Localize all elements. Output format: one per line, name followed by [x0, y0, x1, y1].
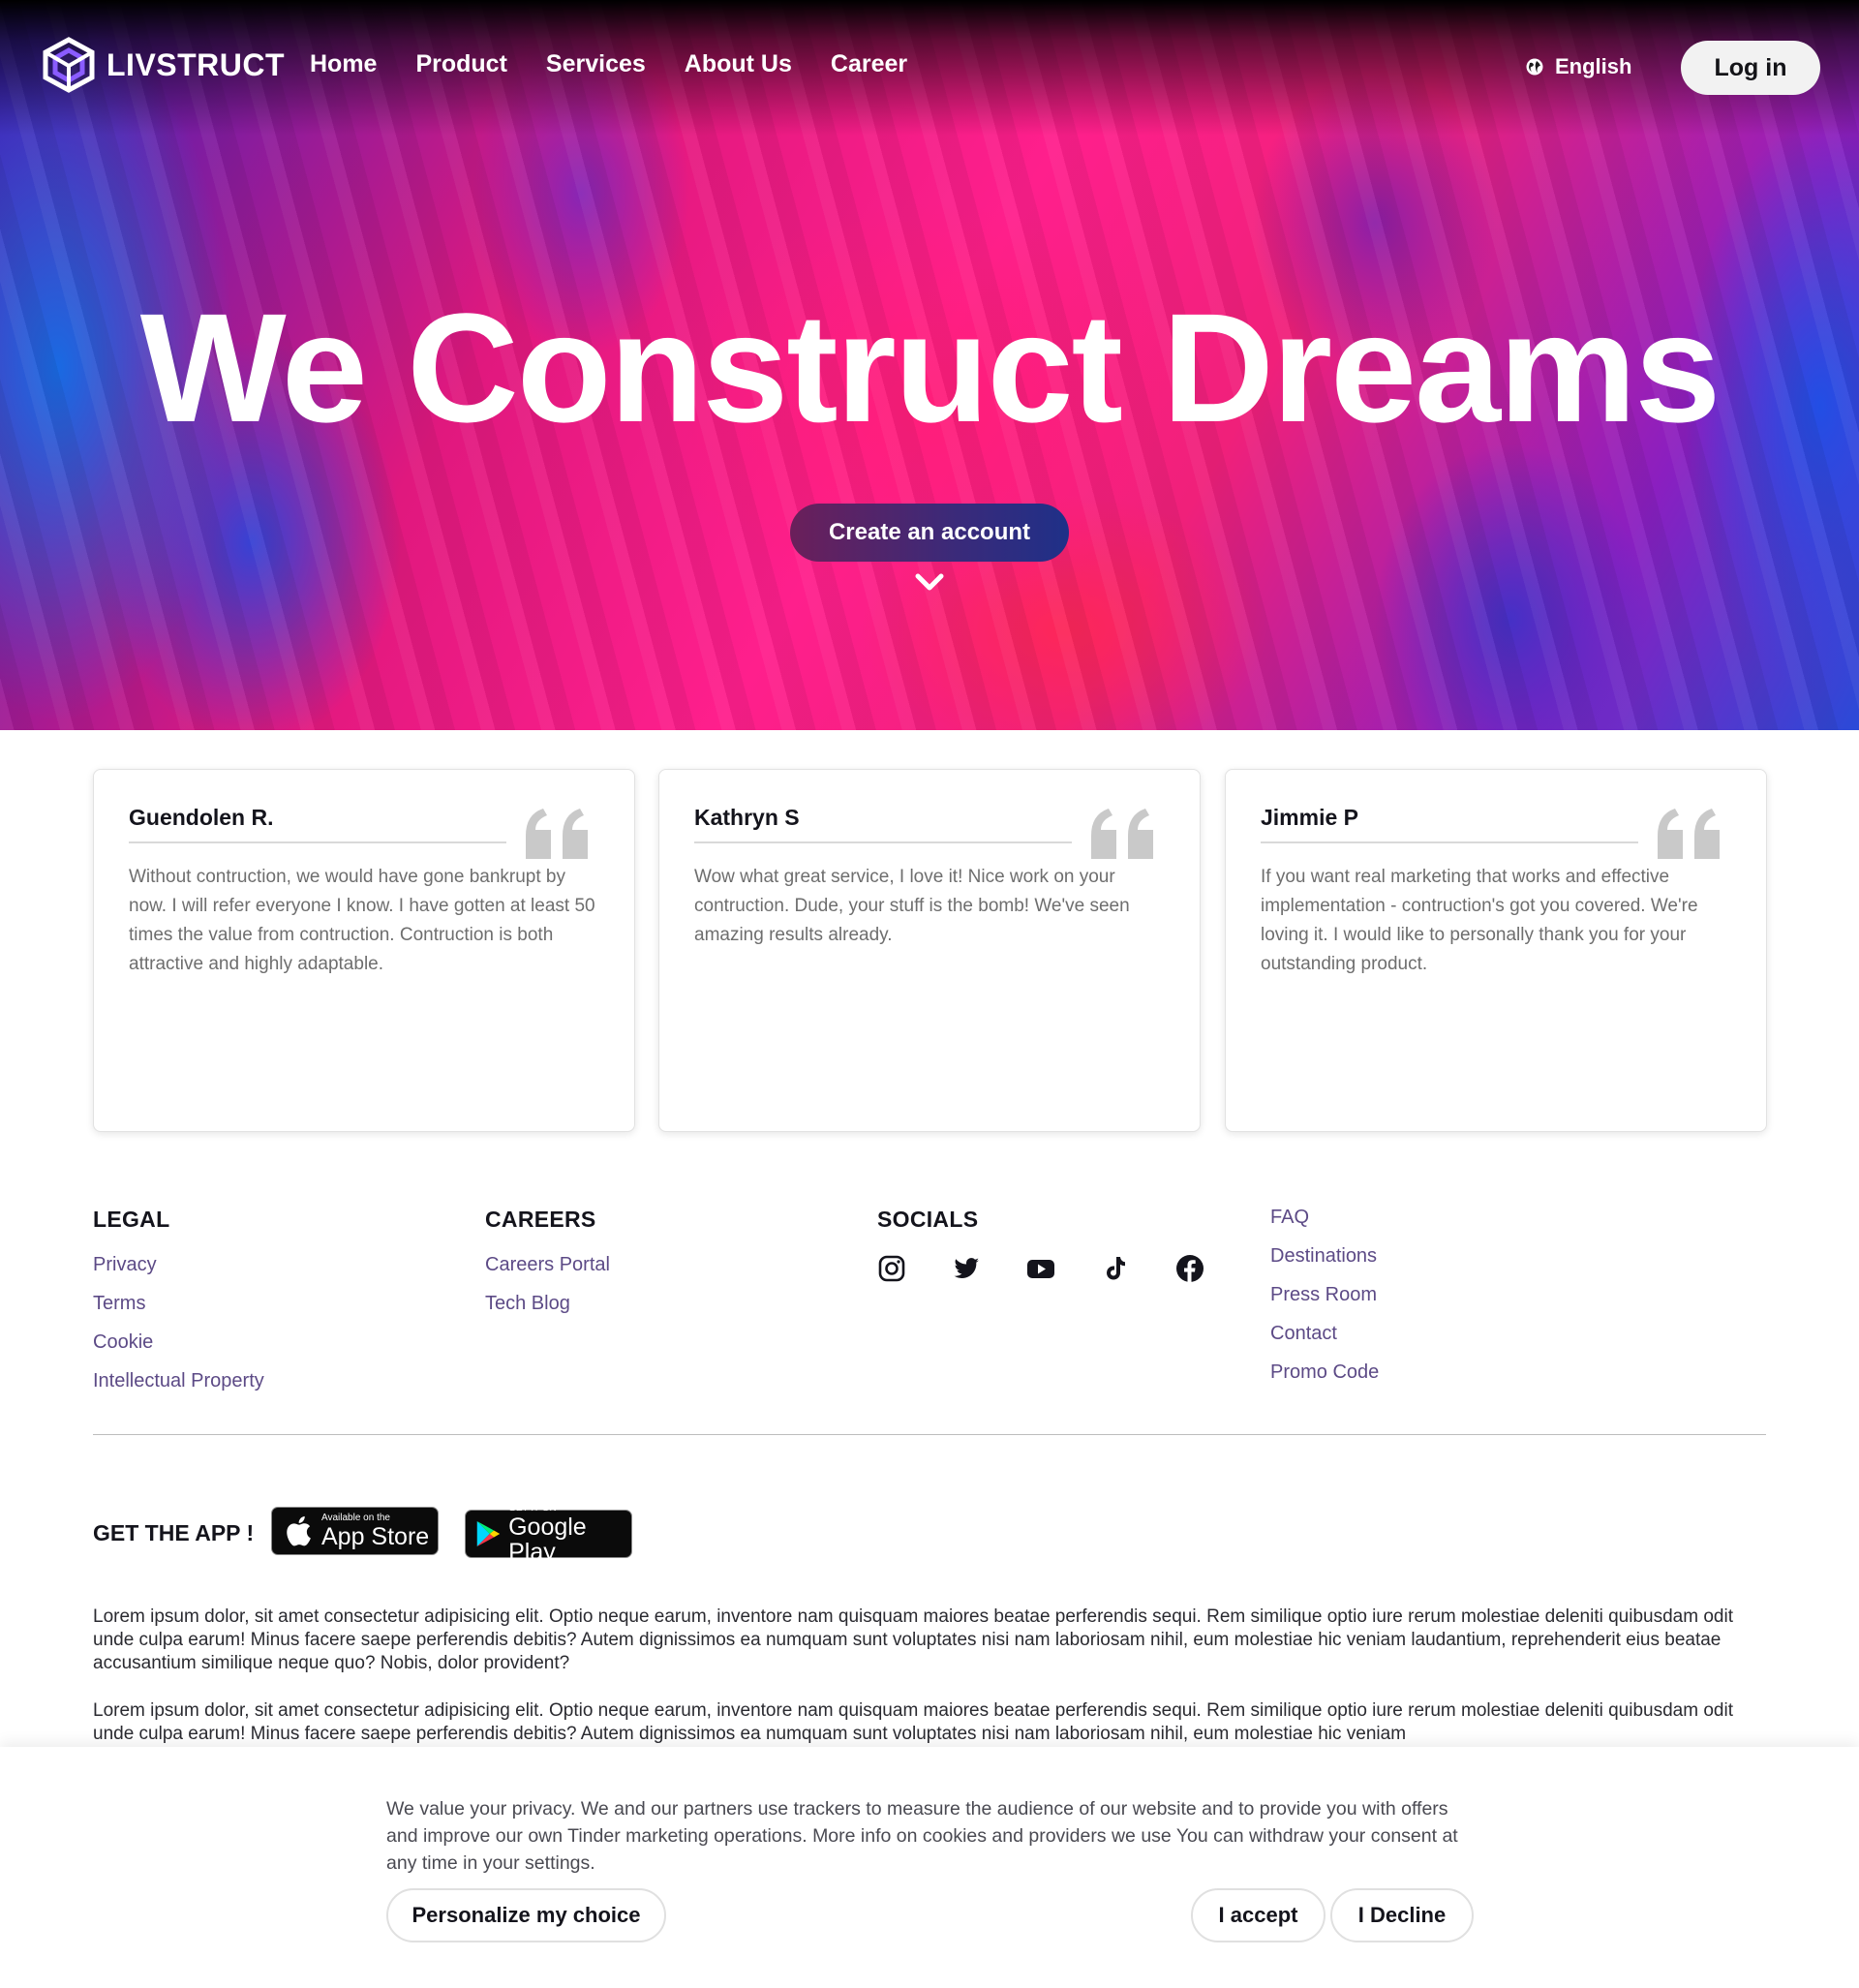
nav-services[interactable]: Services — [546, 50, 646, 78]
app-store-big-text: App Store — [321, 1523, 430, 1550]
nav-about-us[interactable]: About Us — [685, 50, 792, 78]
card-divider — [129, 841, 506, 843]
footer-link-careers-portal[interactable]: Careers Portal — [485, 1254, 610, 1293]
nav-career[interactable]: Career — [831, 50, 907, 78]
globe-icon — [1526, 58, 1543, 76]
language-label: English — [1555, 54, 1632, 78]
brand-logo[interactable]: LIVSTRUCT — [41, 37, 285, 93]
footer-link-contact[interactable]: Contact — [1270, 1323, 1379, 1361]
footer-link-cookie[interactable]: Cookie — [93, 1331, 264, 1370]
language-selector[interactable]: English — [1526, 54, 1631, 79]
accept-cookies-button[interactable]: I accept — [1191, 1888, 1326, 1942]
chevron-down-icon[interactable] — [914, 571, 945, 593]
cookie-consent-banner: We value your privacy. We and our partne… — [0, 1747, 1859, 1988]
footer-link-press-room[interactable]: Press Room — [1270, 1284, 1379, 1323]
main-nav: Home Product Services About Us Career — [310, 50, 946, 78]
footer-socials-heading: SOCIALS — [877, 1207, 979, 1232]
app-store-badge[interactable]: Available on the App Store — [271, 1507, 439, 1555]
social-icons-row — [877, 1254, 1250, 1283]
tiktok-icon[interactable] — [1101, 1254, 1130, 1283]
get-the-app-label: GET THE APP ! — [93, 1520, 255, 1545]
footer-careers-column: CAREERS Careers Portal Tech Blog — [485, 1207, 610, 1331]
footer-link-faq[interactable]: FAQ — [1270, 1207, 1379, 1245]
testimonial-text: Without contruction, we would have gone … — [129, 867, 595, 974]
footer-link-privacy[interactable]: Privacy — [93, 1254, 264, 1293]
login-button[interactable]: Log in — [1681, 41, 1820, 95]
testimonial-card: Guendolen R. Without contruction, we wou… — [93, 769, 635, 1132]
nav-product[interactable]: Product — [415, 50, 506, 78]
testimonial-author: Kathryn S — [694, 805, 800, 830]
twitter-icon[interactable] — [952, 1254, 981, 1283]
footer-link-destinations[interactable]: Destinations — [1270, 1245, 1379, 1284]
apple-icon — [287, 1515, 311, 1546]
brand-name: LIVSTRUCT — [107, 46, 286, 82]
footer-paragraph: Lorem ipsum dolor, sit amet consectetur … — [93, 1606, 1733, 1673]
footer-careers-heading: CAREERS — [485, 1207, 596, 1232]
quote-icon — [1091, 809, 1153, 859]
hero-section: LIVSTRUCT Home Product Services About Us… — [0, 0, 1859, 730]
footer-misc-column: FAQ Destinations Press Room Contact Prom… — [1270, 1207, 1379, 1400]
testimonial-author: Guendolen R. — [129, 805, 274, 830]
quote-icon — [526, 809, 588, 859]
create-account-button[interactable]: Create an account — [790, 504, 1069, 562]
card-divider — [1261, 841, 1638, 843]
footer-divider — [93, 1434, 1766, 1435]
youtube-icon[interactable] — [1026, 1254, 1055, 1283]
footer-link-intellectual-property[interactable]: Intellectual Property — [93, 1370, 264, 1409]
testimonial-text: If you want real marketing that works an… — [1261, 867, 1698, 974]
testimonial-author: Jimmie P — [1261, 805, 1358, 830]
footer-link-tech-blog[interactable]: Tech Blog — [485, 1293, 610, 1331]
google-play-big-text: Google Play — [508, 1514, 587, 1566]
testimonial-card: Kathryn S Wow what great service, I love… — [658, 769, 1201, 1132]
facebook-icon[interactable] — [1175, 1254, 1204, 1283]
testimonial-text: Wow what great service, I love it! Nice … — [694, 867, 1130, 945]
livstruct-logo-icon — [43, 37, 95, 93]
footer-link-promo-code[interactable]: Promo Code — [1270, 1361, 1379, 1400]
google-play-text: GET IT ON Google Play — [508, 1503, 631, 1565]
decline-cookies-button[interactable]: I Decline — [1330, 1888, 1474, 1942]
footer-socials-column: SOCIALS — [877, 1207, 1250, 1283]
google-play-icon — [476, 1520, 501, 1547]
cookie-consent-text: We value your privacy. We and our partne… — [386, 1798, 1458, 1874]
hero-title: We Construct Dreams — [139, 281, 1722, 454]
nav-home[interactable]: Home — [310, 50, 377, 78]
footer-legal-column: LEGAL Privacy Terms Cookie Intellectual … — [93, 1207, 264, 1409]
instagram-icon[interactable] — [877, 1254, 906, 1283]
top-navbar: LIVSTRUCT Home Product Services About Us… — [0, 0, 1859, 136]
quote-icon — [1658, 809, 1720, 859]
card-divider — [694, 841, 1072, 843]
footer-legal-heading: LEGAL — [93, 1207, 170, 1232]
personalize-choice-button[interactable]: Personalize my choice — [386, 1888, 666, 1942]
google-play-badge[interactable]: GET IT ON Google Play — [465, 1503, 632, 1565]
footer-paragraph: Lorem ipsum dolor, sit amet consectetur … — [93, 1700, 1733, 1744]
testimonial-card: Jimmie P If you want real marketing that… — [1225, 769, 1767, 1132]
app-store-text: Available on the App Store — [321, 1513, 429, 1549]
footer-link-terms[interactable]: Terms — [93, 1293, 264, 1331]
